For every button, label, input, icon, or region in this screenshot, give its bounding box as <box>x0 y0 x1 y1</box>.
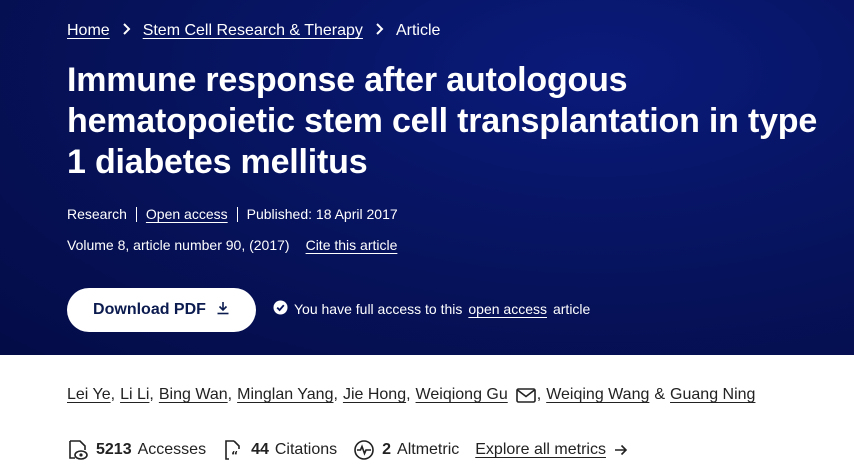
article-title: Immune response after autologous hematop… <box>67 61 818 181</box>
download-icon <box>216 301 230 320</box>
download-pdf-label: Download PDF <box>93 301 206 318</box>
author-link[interactable]: Jie Hong <box>343 386 406 404</box>
accesses-count: 5213 <box>96 441 132 458</box>
altmetric-icon <box>354 440 374 460</box>
volume-info: Volume 8, article number 90, (2017) <box>67 237 290 253</box>
check-circle-icon <box>273 300 288 318</box>
citations-count: 44 <box>251 441 269 458</box>
author-list: Lei Ye, Li Li, Bing Wan, Minglan Yang, J… <box>67 386 756 404</box>
cite-article-link[interactable]: Cite this article <box>306 237 398 253</box>
accesses-metric: 5213 Accesses <box>67 439 206 461</box>
explore-metrics-link[interactable]: Explore all metrics <box>475 441 628 459</box>
breadcrumb-home[interactable]: Home <box>67 22 110 40</box>
divider <box>135 206 137 222</box>
author-link[interactable]: Guang Ning <box>670 386 755 404</box>
access-note: You have full access to this open access… <box>273 300 590 318</box>
article-citation-info: Volume 8, article number 90, (2017) Cite… <box>67 237 397 253</box>
article-metrics: 5213 Accesses “ 44 Citations 2 Altmetric… <box>67 439 628 461</box>
citations-label: Citations <box>274 441 338 458</box>
author-link[interactable]: Bing Wan <box>159 386 228 404</box>
breadcrumb-current: Article <box>395 22 441 39</box>
altmetric-label: Altmetric <box>397 441 460 458</box>
breadcrumb-journal[interactable]: Stem Cell Research & Therapy <box>143 22 363 40</box>
article-type: Research <box>67 206 127 222</box>
open-access-link[interactable]: Open access <box>146 206 228 222</box>
altmetric-metric: 2 Altmetric <box>353 439 459 461</box>
open-access-note-link[interactable]: open access <box>468 301 547 317</box>
ampersand: & <box>654 386 666 403</box>
access-note-suffix: article <box>552 301 591 317</box>
breadcrumb: Home Stem Cell Research & Therapy Articl… <box>67 22 440 40</box>
explore-metrics-label: Explore all metrics <box>475 441 606 458</box>
article-header: Home Stem Cell Research & Therapy Articl… <box>0 0 854 355</box>
svg-text:“: “ <box>231 449 238 461</box>
author-link[interactable]: Lei Ye <box>67 386 111 404</box>
download-pdf-button[interactable]: Download PDF <box>67 288 256 332</box>
arrow-right-icon <box>614 444 628 456</box>
chevron-right-icon <box>375 22 384 40</box>
access-note-prefix: You have full access to this <box>294 301 463 317</box>
author-link[interactable]: Minglan Yang <box>237 386 333 404</box>
chevron-right-icon <box>122 22 131 40</box>
author-link[interactable]: Li Li <box>120 386 149 404</box>
mail-icon[interactable] <box>515 387 536 403</box>
published-date: Published: 18 April 2017 <box>246 206 398 222</box>
author-link[interactable]: Weiqiong Gu <box>416 386 508 404</box>
divider <box>236 206 238 222</box>
citations-icon: “ <box>225 440 240 461</box>
accesses-icon <box>69 440 88 460</box>
citations-metric: “ 44 Citations <box>222 439 337 461</box>
altmetric-score: 2 <box>382 441 392 458</box>
accesses-label: Accesses <box>137 441 207 458</box>
author-link[interactable]: Weiqing Wang <box>546 386 649 404</box>
article-meta: Research Open access Published: 18 April… <box>67 206 398 222</box>
